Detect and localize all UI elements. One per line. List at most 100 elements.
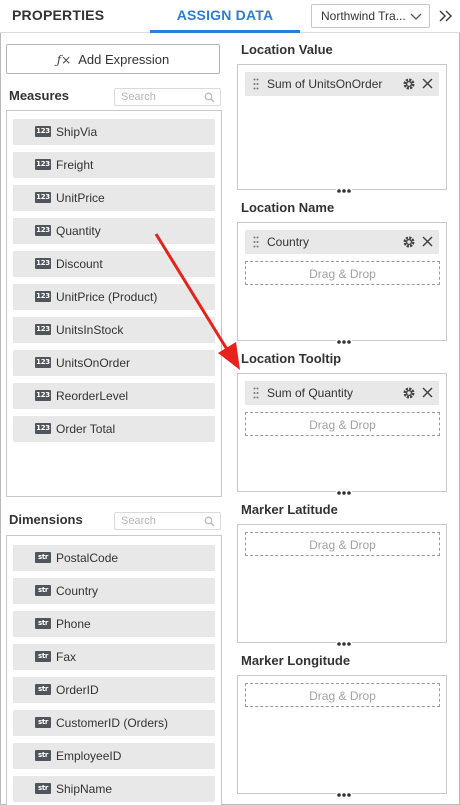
field-list-item[interactable]: str Fax	[13, 644, 215, 670]
field-list-item[interactable]: 123 Quantity	[13, 218, 215, 244]
dimensions-search-input[interactable]: Search	[114, 512, 221, 530]
field-label: ShipName	[56, 782, 113, 796]
location-tooltip-title: Location Tooltip	[241, 351, 342, 366]
field-type-badge: 123	[35, 291, 51, 302]
datasource-dropdown[interactable]: Northwind Tra...	[311, 4, 430, 28]
search-icon	[204, 92, 215, 103]
search-placeholder: Search	[121, 91, 156, 103]
field-list-item[interactable]: 123 UnitsInStock	[13, 317, 215, 343]
field-type-badge: 123	[35, 390, 51, 401]
field-list-item[interactable]: str CustomerID (Orders)	[13, 710, 215, 736]
chevron-down-icon	[410, 13, 422, 20]
field-label: ShipVia	[56, 125, 98, 139]
tab-properties[interactable]: PROPERTIES	[12, 7, 104, 23]
add-expression-label: Add Expression	[78, 52, 170, 67]
drag-drop-target[interactable]: Drag & Drop	[245, 412, 440, 436]
field-type-badge: str	[35, 684, 51, 695]
resize-dots-icon[interactable]	[336, 188, 352, 194]
field-list-item[interactable]: 123 Freight	[13, 152, 215, 178]
field-type-badge: 123	[35, 324, 51, 335]
search-icon	[204, 516, 215, 527]
field-label: Fax	[56, 650, 77, 664]
field-list-item[interactable]: str Phone	[13, 611, 215, 637]
field-label: Phone	[56, 617, 91, 631]
gear-icon[interactable]	[402, 235, 416, 249]
location-tooltip-zone[interactable]: Sum of Quantity Drag & Drop	[237, 373, 447, 496]
gear-icon[interactable]	[402, 386, 416, 400]
field-label: CustomerID (Orders)	[56, 716, 169, 730]
resize-dots-icon[interactable]	[336, 641, 352, 647]
field-label: UnitPrice (Product)	[56, 290, 158, 304]
gear-icon[interactable]	[402, 77, 416, 91]
assigned-field-pill[interactable]: Sum of UnitsOnOrder	[245, 72, 439, 96]
add-expression-button[interactable]: ƒ× Add Expression	[6, 44, 220, 74]
field-list-item[interactable]: str OrderID	[13, 677, 215, 703]
marker-longitude-zone[interactable]: Drag & Drop	[237, 675, 447, 798]
resize-dots-icon[interactable]	[336, 339, 352, 345]
drag-drop-target[interactable]: Drag & Drop	[245, 683, 440, 707]
field-list-item[interactable]: str Country	[13, 578, 215, 604]
field-type-badge: str	[35, 750, 51, 761]
drag-handle-icon[interactable]	[253, 387, 259, 399]
field-label: Discount	[56, 257, 103, 271]
field-type-badge: 123	[35, 159, 51, 170]
measures-search-input[interactable]: Search	[114, 88, 221, 106]
field-label: Quantity	[56, 224, 101, 238]
measures-title: Measures	[9, 88, 69, 103]
field-label: EmployeeID	[56, 749, 122, 763]
field-type-badge: 123	[35, 225, 51, 236]
field-label: UnitPrice	[56, 191, 105, 205]
location-name-zone[interactable]: Country Drag & Drop	[237, 222, 447, 345]
tab-assign-data[interactable]: ASSIGN DATA	[150, 0, 300, 33]
field-type-badge: str	[35, 783, 51, 794]
field-label: UnitsOnOrder	[56, 356, 131, 370]
drag-drop-target[interactable]: Drag & Drop	[245, 532, 440, 556]
dimensions-title: Dimensions	[9, 512, 83, 527]
location-name-title: Location Name	[241, 200, 335, 215]
drag-handle-icon[interactable]	[253, 236, 259, 248]
field-list-item[interactable]: 123 UnitsOnOrder	[13, 350, 215, 376]
field-type-badge: 123	[35, 258, 51, 269]
field-list-item[interactable]: str EmployeeID	[13, 743, 215, 769]
field-list-item[interactable]: 123 UnitPrice (Product)	[13, 284, 215, 310]
tab-bar: PROPERTIES ASSIGN DATA Northwind Tra...	[0, 0, 460, 33]
close-icon[interactable]	[421, 386, 434, 399]
close-icon[interactable]	[421, 235, 434, 248]
assigned-field-label: Sum of UnitsOnOrder	[267, 77, 383, 91]
field-list-item[interactable]: 123 Order Total	[13, 416, 215, 442]
field-type-badge: 123	[35, 423, 51, 434]
measures-list: 123 ShipVia 123 Freight 123 UnitPrice 123 Quant…	[6, 110, 222, 497]
field-label: ReorderLevel	[56, 389, 129, 403]
marker-latitude-zone[interactable]: Drag & Drop	[237, 524, 447, 647]
double-chevron-right-icon[interactable]	[437, 7, 455, 25]
field-list-item[interactable]: str ShipName	[13, 776, 215, 802]
field-type-badge: 123	[35, 357, 51, 368]
assigned-field-pill[interactable]: Sum of Quantity	[245, 381, 439, 405]
search-placeholder: Search	[121, 515, 156, 527]
field-type-badge: 123	[35, 192, 51, 203]
location-value-title: Location Value	[241, 42, 333, 57]
field-type-badge: str	[35, 651, 51, 662]
field-list-item[interactable]: str PostalCode	[13, 545, 215, 571]
location-value-zone[interactable]: Sum of UnitsOnOrder	[237, 64, 447, 194]
datasource-selected-value: Northwind Tra...	[321, 9, 406, 23]
field-list-item[interactable]: 123 ReorderLevel	[13, 383, 215, 409]
close-icon[interactable]	[421, 77, 434, 90]
field-list-item[interactable]: 123 UnitPrice	[13, 185, 215, 211]
field-type-badge: str	[35, 585, 51, 596]
field-type-badge: str	[35, 552, 51, 563]
field-list-item[interactable]: 123 ShipVia	[13, 119, 215, 145]
field-list-item[interactable]: 123 Discount	[13, 251, 215, 277]
field-label: Order Total	[56, 422, 116, 436]
function-icon: ƒ×	[56, 53, 72, 67]
assigned-field-label: Sum of Quantity	[267, 386, 354, 400]
marker-latitude-title: Marker Latitude	[241, 502, 338, 517]
drag-drop-target[interactable]: Drag & Drop	[245, 261, 440, 285]
resize-dots-icon[interactable]	[336, 792, 352, 798]
assigned-field-pill[interactable]: Country	[245, 230, 439, 254]
drag-handle-icon[interactable]	[253, 78, 259, 90]
field-label: OrderID	[56, 683, 99, 697]
field-label: Country	[56, 584, 99, 598]
resize-dots-icon[interactable]	[336, 490, 352, 496]
assigned-field-label: Country	[267, 235, 310, 249]
